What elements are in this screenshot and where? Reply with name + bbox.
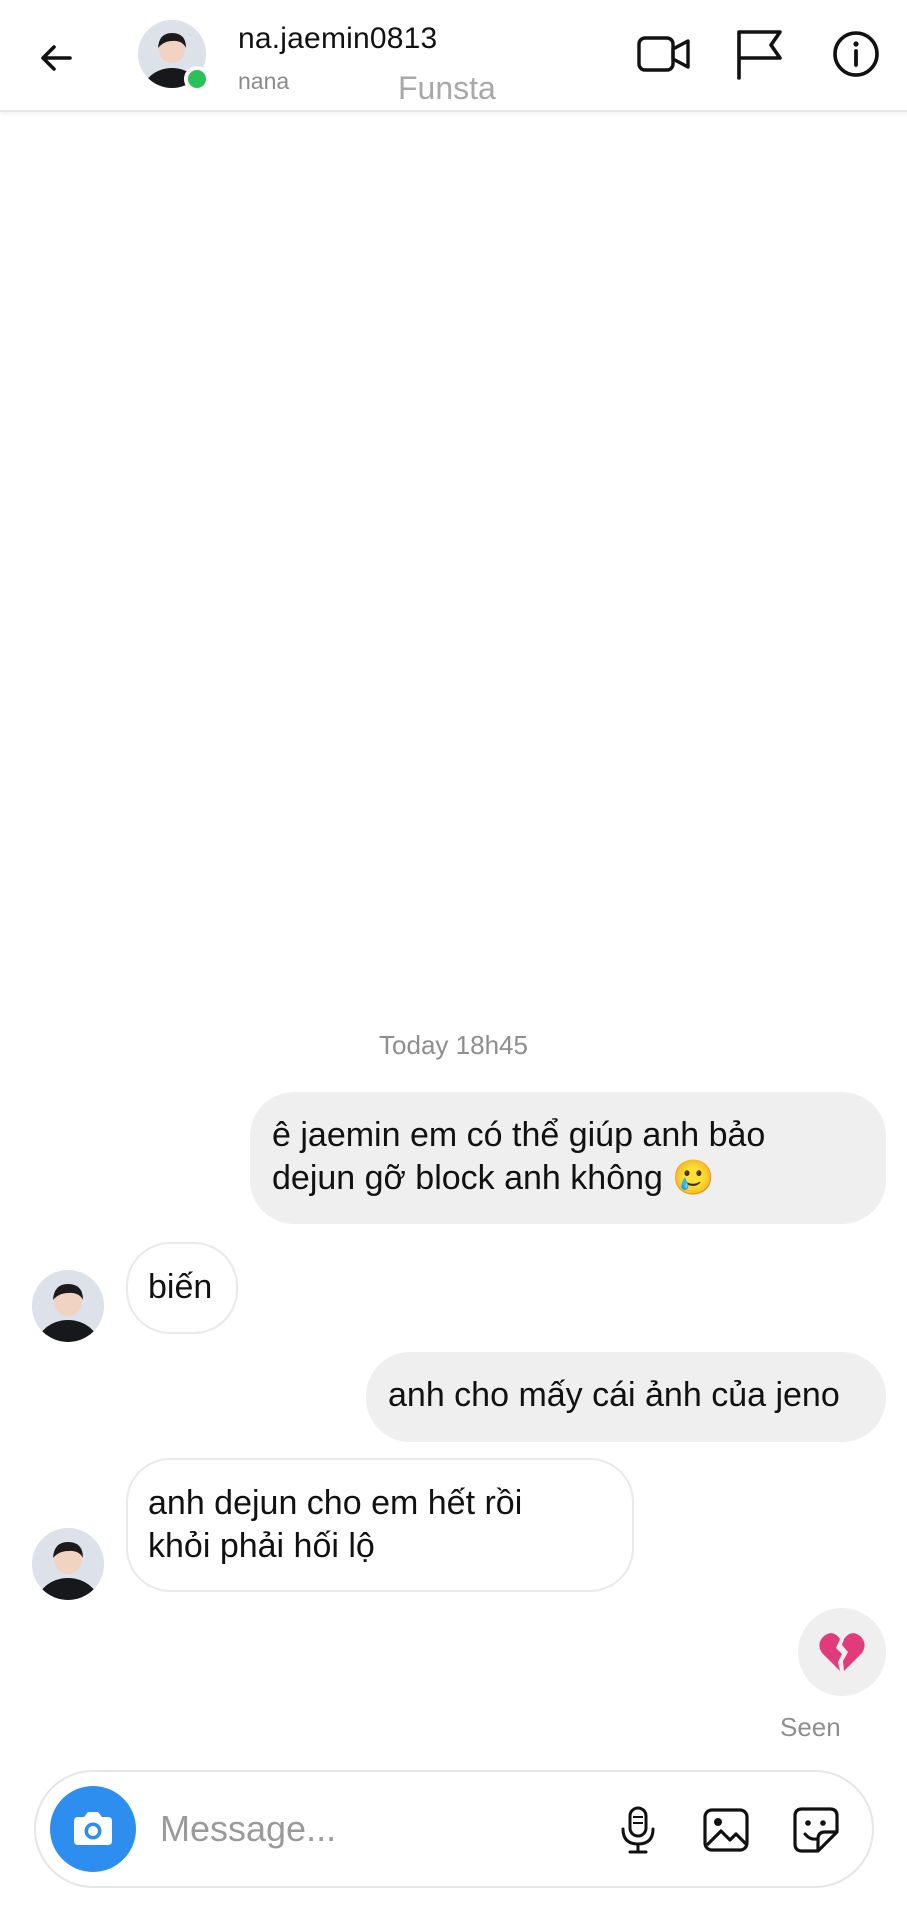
header-avatar[interactable] bbox=[138, 20, 210, 92]
broken-heart-icon bbox=[819, 1633, 865, 1671]
message-timestamp: Today 18h45 bbox=[379, 1030, 528, 1060]
camera-icon bbox=[74, 1812, 112, 1845]
flag-icon bbox=[737, 30, 782, 80]
outgoing-message-bubble[interactable]: anh cho mấy cái ảnh của jeno bbox=[366, 1352, 886, 1442]
message-text: biến bbox=[148, 1268, 213, 1306]
message-composer bbox=[34, 1770, 874, 1888]
info-button[interactable] bbox=[826, 24, 886, 84]
message-text-line: anh dejun cho em hết rồi bbox=[148, 1484, 523, 1522]
message-input[interactable] bbox=[160, 1802, 590, 1856]
back-arrow-icon bbox=[41, 45, 72, 71]
avatar-photo bbox=[32, 1528, 104, 1600]
message-text-line: dejun gỡ block anh không 🥲 bbox=[272, 1159, 715, 1197]
back-button[interactable] bbox=[28, 30, 84, 86]
camera-button[interactable] bbox=[50, 1786, 136, 1872]
sender-avatar[interactable] bbox=[32, 1528, 104, 1600]
sticker-button[interactable] bbox=[788, 1802, 844, 1858]
sender-avatar[interactable] bbox=[32, 1270, 104, 1342]
voice-message-button[interactable] bbox=[610, 1802, 666, 1858]
microphone-icon bbox=[621, 1806, 655, 1854]
outgoing-message-bubble[interactable]: ê jaemin em có thể giúp anh bảo dejun gỡ… bbox=[250, 1092, 886, 1224]
info-icon bbox=[833, 31, 879, 77]
report-button[interactable] bbox=[730, 24, 790, 84]
chat-username[interactable]: na.jaemin0813 bbox=[238, 22, 437, 56]
video-call-icon bbox=[637, 36, 690, 72]
message-text: anh cho mấy cái ảnh của jeno bbox=[388, 1376, 840, 1414]
gallery-icon bbox=[703, 1808, 749, 1852]
overlay-text: Funsta bbox=[398, 70, 496, 106]
seen-indicator: Seen bbox=[780, 1712, 841, 1742]
video-call-button[interactable] bbox=[634, 24, 694, 84]
outgoing-emoji-bubble[interactable]: 💔 bbox=[798, 1608, 886, 1696]
gallery-button[interactable] bbox=[698, 1802, 754, 1858]
sticker-icon bbox=[793, 1807, 839, 1853]
chat-subname: nana bbox=[238, 68, 290, 94]
online-status-dot bbox=[184, 66, 210, 92]
incoming-message-bubble[interactable]: anh dejun cho em hết rồi khỏi phải hối l… bbox=[126, 1458, 634, 1592]
incoming-message-bubble[interactable]: biến bbox=[126, 1242, 238, 1334]
avatar-photo bbox=[32, 1270, 104, 1342]
chat-header: na.jaemin0813 nana Funsta bbox=[0, 0, 907, 112]
message-text-line: ê jaemin em có thể giúp anh bảo bbox=[272, 1116, 766, 1154]
message-text-line: khỏi phải hối lộ bbox=[148, 1527, 375, 1565]
